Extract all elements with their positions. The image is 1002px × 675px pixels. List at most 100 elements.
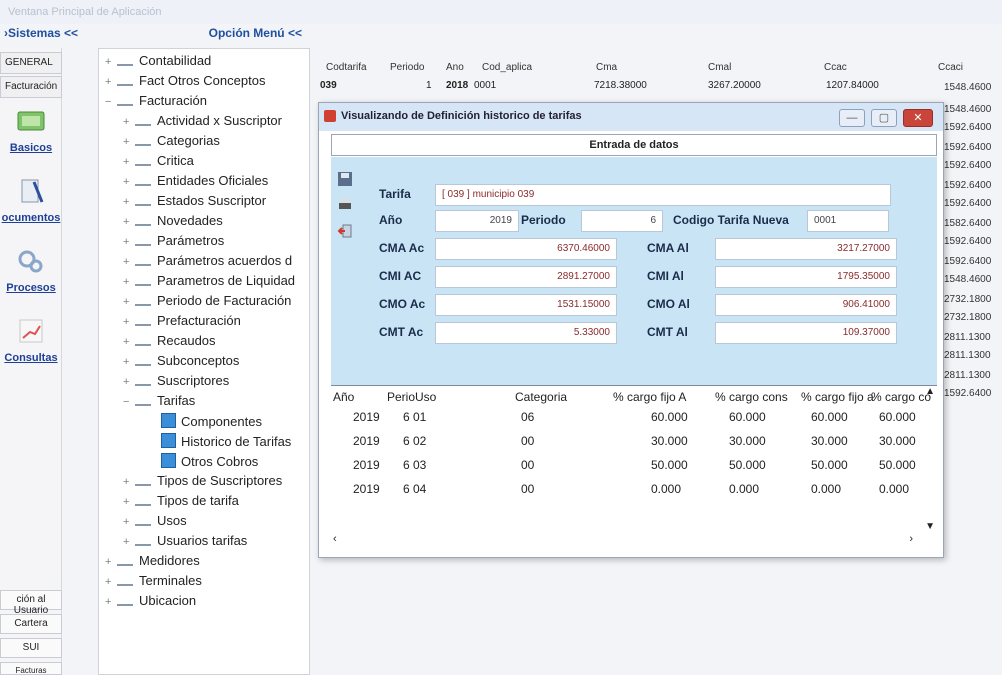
- table-cell[interactable]: 1592.6400: [944, 180, 991, 191]
- table-cell[interactable]: 1592.6400: [944, 388, 991, 399]
- table-cell[interactable]: 1592.6400: [944, 122, 991, 133]
- expand-icon[interactable]: +: [105, 556, 115, 568]
- table-cell[interactable]: 1582.6400: [944, 218, 991, 229]
- column-header[interactable]: Codtarifa: [326, 62, 367, 78]
- expand-icon[interactable]: +: [123, 336, 133, 348]
- tree-node[interactable]: − Facturación: [105, 93, 207, 113]
- cmo-al-field[interactable]: 906.41000: [715, 294, 897, 316]
- table-cell[interactable]: 1592.6400: [944, 198, 991, 209]
- column-header[interactable]: Ccaci: [938, 62, 963, 78]
- table-cell[interactable]: 1: [426, 80, 432, 96]
- expand-icon[interactable]: +: [123, 116, 133, 128]
- tree-node[interactable]: + Usuarios tarifas: [123, 533, 247, 553]
- table-cell[interactable]: 2811.1300: [944, 332, 991, 343]
- ano-field[interactable]: 2019: [435, 210, 519, 232]
- minimize-button[interactable]: —: [839, 109, 865, 127]
- tree-node[interactable]: + Periodo de Facturación: [123, 293, 291, 313]
- column-header[interactable]: Ccac: [824, 62, 847, 78]
- tree-node[interactable]: + Contabilidad: [105, 53, 211, 73]
- column-header[interactable]: PerioUso: [387, 390, 436, 404]
- table-row[interactable]: 2019 6 02 00 30.000 30.000 30.000 30.000: [331, 432, 921, 452]
- table-cell[interactable]: 3267.20000: [708, 80, 761, 96]
- column-header[interactable]: Periodo: [390, 62, 424, 78]
- exit-icon[interactable]: [337, 223, 353, 239]
- tree-node[interactable]: − Tarifas: [123, 393, 195, 413]
- vertical-scrollbar[interactable]: ▲ ▼: [923, 386, 937, 546]
- tree-node[interactable]: + Usos: [123, 513, 187, 533]
- cma-al-field[interactable]: 3217.27000: [715, 238, 897, 260]
- tree-node[interactable]: + Parámetros: [123, 233, 224, 253]
- table-row[interactable]: 2019 6 03 00 50.000 50.000 50.000 50.000: [331, 456, 921, 476]
- expand-icon[interactable]: +: [123, 476, 133, 488]
- cmt-al-field[interactable]: 109.37000: [715, 322, 897, 344]
- column-header[interactable]: % cargo fijo A: [613, 390, 686, 404]
- tab-facturacion[interactable]: Facturación: [0, 76, 62, 98]
- module-procesos[interactable]: Procesos: [0, 246, 62, 294]
- atencion-usuario-button[interactable]: ción al Usuario: [0, 590, 62, 616]
- column-header[interactable]: % cargo fijo a: [801, 390, 874, 404]
- expand-icon[interactable]: +: [105, 76, 115, 88]
- table-cell[interactable]: 2018: [446, 80, 468, 96]
- column-header[interactable]: Cod_aplica: [482, 62, 532, 78]
- expand-icon[interactable]: +: [123, 136, 133, 148]
- tab-general[interactable]: GENERAL: [0, 52, 62, 74]
- expand-icon[interactable]: +: [123, 376, 133, 388]
- tree-node[interactable]: + Parámetros acuerdos d: [123, 253, 292, 273]
- tree-node[interactable]: + Prefacturación: [123, 313, 241, 333]
- expand-icon[interactable]: +: [123, 236, 133, 248]
- tree-leaf[interactable]: Historico de Tarifas: [159, 433, 291, 453]
- table-cell[interactable]: 1592.6400: [944, 160, 991, 171]
- tree-node[interactable]: + Categorias: [123, 133, 220, 153]
- module-basicos[interactable]: Basicos: [0, 106, 62, 154]
- column-header[interactable]: Categoria: [515, 390, 567, 404]
- tree-node[interactable]: + Fact Otros Conceptos: [105, 73, 265, 93]
- table-cell[interactable]: 039: [320, 80, 337, 96]
- table-row[interactable]: 2019 6 01 06 60.000 60.000 60.000 60.000: [331, 408, 921, 428]
- table-cell[interactable]: 0001: [474, 80, 496, 96]
- expand-icon[interactable]: +: [105, 596, 115, 608]
- tree-node[interactable]: + Critica: [123, 153, 194, 173]
- collapse-icon[interactable]: −: [123, 396, 133, 408]
- tree-node[interactable]: + Tipos de Suscriptores: [123, 473, 282, 493]
- table-cell[interactable]: 1592.6400: [944, 256, 991, 267]
- collapse-icon[interactable]: −: [105, 96, 115, 108]
- expand-icon[interactable]: +: [123, 256, 133, 268]
- tree-leaf[interactable]: Componentes: [159, 413, 262, 433]
- entrada-datos-tab[interactable]: Entrada de datos: [331, 134, 937, 156]
- cmo-ac-field[interactable]: 1531.15000: [435, 294, 617, 316]
- codigo-tarifa-nueva-field[interactable]: 0001: [807, 210, 889, 232]
- expand-icon[interactable]: +: [123, 276, 133, 288]
- table-cell[interactable]: 2732.1800: [944, 312, 991, 323]
- tree-node[interactable]: + Ubicacion: [105, 593, 196, 613]
- tree-node[interactable]: + Terminales: [105, 573, 202, 593]
- table-cell[interactable]: 2811.1300: [944, 350, 991, 361]
- cartera-button[interactable]: Cartera: [0, 614, 62, 634]
- sui-button[interactable]: SUI: [0, 638, 62, 658]
- tree-node[interactable]: + Suscriptores: [123, 373, 229, 393]
- scroll-down-icon[interactable]: ▼: [925, 521, 935, 532]
- table-cell[interactable]: 2811.1300: [944, 370, 991, 381]
- tree-node[interactable]: + Estados Suscriptor: [123, 193, 266, 213]
- table-cell[interactable]: 1592.6400: [944, 142, 991, 153]
- scroll-right-icon[interactable]: ›: [909, 533, 913, 545]
- horizontal-scrollbar[interactable]: ‹ ›: [331, 533, 937, 547]
- expand-icon[interactable]: +: [123, 156, 133, 168]
- tree-node[interactable]: + Medidores: [105, 553, 200, 573]
- module-documentos[interactable]: ocumentos: [0, 176, 62, 224]
- column-header[interactable]: Cma: [596, 62, 617, 78]
- expand-icon[interactable]: +: [123, 216, 133, 228]
- opcion-menu-toggle[interactable]: Opción Menú <<: [100, 26, 306, 46]
- close-button[interactable]: ✕: [903, 109, 933, 127]
- column-header[interactable]: Año: [333, 390, 354, 404]
- scroll-up-icon[interactable]: ▲: [925, 386, 935, 397]
- expand-icon[interactable]: +: [123, 496, 133, 508]
- tarifa-select[interactable]: [ 039 ] municipio 039: [435, 184, 891, 206]
- expand-icon[interactable]: +: [123, 516, 133, 528]
- save-icon[interactable]: [337, 171, 353, 187]
- tree-node[interactable]: + Subconceptos: [123, 353, 239, 373]
- table-cell[interactable]: 1592.6400: [944, 236, 991, 247]
- table-cell[interactable]: 2732.1800: [944, 294, 991, 305]
- expand-icon[interactable]: +: [123, 536, 133, 548]
- expand-icon[interactable]: +: [123, 356, 133, 368]
- expand-icon[interactable]: +: [123, 196, 133, 208]
